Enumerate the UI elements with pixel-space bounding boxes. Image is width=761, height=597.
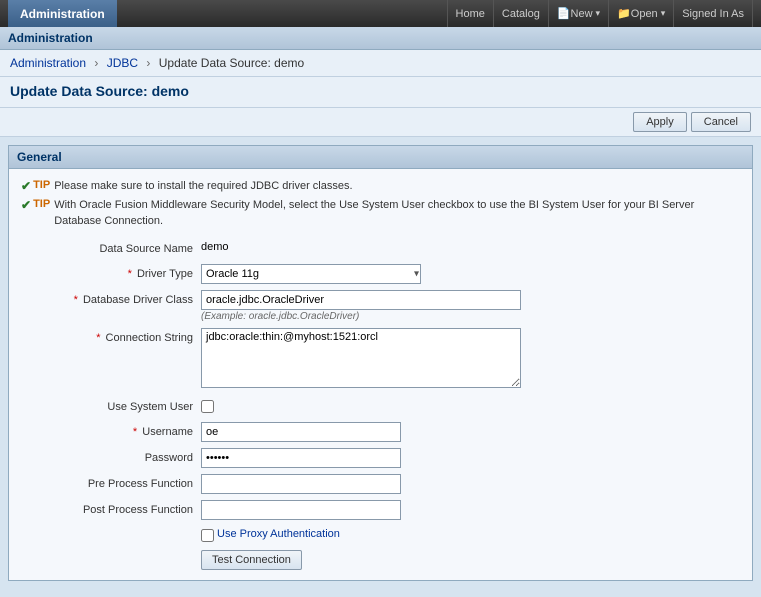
datasource-name-label: Data Source Name xyxy=(21,239,201,257)
form: Data Source Name demo * Driver Type O xyxy=(21,239,740,519)
breadcrumb: Administration › JDBC › Update Data Sour… xyxy=(0,50,761,77)
username-input[interactable] xyxy=(201,422,401,442)
tip-checkmark-1: ✔ xyxy=(21,179,31,193)
pre-process-row: Pre Process Function xyxy=(21,474,740,494)
section-header: General xyxy=(9,146,752,169)
password-control xyxy=(201,448,740,468)
use-system-user-control xyxy=(201,397,740,416)
toolbar: Apply Cancel xyxy=(0,108,761,137)
use-system-user-label: Use System User xyxy=(21,397,201,415)
nav-home[interactable]: Home xyxy=(447,0,494,27)
tip-text-1: Please make sure to install the required… xyxy=(54,179,352,194)
username-row: * Username xyxy=(21,422,740,442)
open-icon: 📁 xyxy=(617,7,631,20)
connection-string-control: jdbc:oracle:thin:@myhost:1521:orcl xyxy=(201,328,740,391)
use-system-user-checkbox[interactable] xyxy=(201,400,214,413)
pre-process-control xyxy=(201,474,740,494)
password-row: Password xyxy=(21,448,740,468)
db-driver-class-input[interactable] xyxy=(201,290,521,310)
db-driver-class-label: * Database Driver Class xyxy=(21,290,201,308)
test-connection-button[interactable]: Test Connection xyxy=(201,550,302,570)
datasource-name-row: Data Source Name demo xyxy=(21,239,740,257)
breadcrumb-current: Update Data Source: demo xyxy=(159,56,304,70)
username-label: * Username xyxy=(21,422,201,440)
tip-label-1: TIP xyxy=(33,179,50,191)
tip-1: ✔ TIP Please make sure to install the re… xyxy=(21,179,740,194)
tip-checkmark-2: ✔ xyxy=(21,198,31,212)
required-star-3: * xyxy=(96,332,100,344)
apply-button[interactable]: Apply xyxy=(633,112,687,132)
sub-nav-title: Administration xyxy=(8,31,93,45)
section-body: ✔ TIP Please make sure to install the re… xyxy=(9,169,752,580)
driver-type-row: * Driver Type Oracle 11g Oracle 10g SQL … xyxy=(21,264,740,284)
db-driver-class-row: * Database Driver Class (Example: oracle… xyxy=(21,290,740,322)
password-input[interactable] xyxy=(201,448,401,468)
general-section: General ✔ TIP Please make sure to instal… xyxy=(8,145,753,581)
required-star-4: * xyxy=(133,426,137,438)
post-process-label: Post Process Function xyxy=(21,500,201,518)
required-star: * xyxy=(128,268,132,280)
proxy-auth-label[interactable]: Use Proxy Authentication xyxy=(217,528,340,540)
use-system-user-row: Use System User xyxy=(21,397,740,416)
post-process-control xyxy=(201,500,740,520)
connection-string-label: * Connection String xyxy=(21,328,201,346)
post-process-row: Post Process Function xyxy=(21,500,740,520)
nav-open[interactable]: 📁 Open ▾ xyxy=(609,0,674,27)
main-content: General ✔ TIP Please make sure to instal… xyxy=(0,137,761,597)
page-title: Update Data Source: demo xyxy=(10,83,751,99)
connection-string-row: * Connection String jdbc:oracle:thin:@my… xyxy=(21,328,740,391)
breadcrumb-admin[interactable]: Administration xyxy=(10,56,86,70)
required-star-2: * xyxy=(74,294,78,306)
breadcrumb-sep2: › xyxy=(146,56,150,70)
breadcrumb-jdbc[interactable]: JDBC xyxy=(107,56,138,70)
tip-label-2: TIP xyxy=(33,198,50,210)
datasource-name-control: demo xyxy=(201,239,740,253)
app-title: Administration xyxy=(8,0,117,27)
password-label: Password xyxy=(21,448,201,466)
connection-string-input[interactable]: jdbc:oracle:thin:@myhost:1521:orcl xyxy=(201,328,521,388)
datasource-name-value: demo xyxy=(201,241,229,253)
tip-2: ✔ TIP With Oracle Fusion Middleware Secu… xyxy=(21,198,740,229)
db-driver-class-control: (Example: oracle.jdbc.OracleDriver) xyxy=(201,290,740,322)
new-dropdown-arrow: ▾ xyxy=(596,8,601,19)
post-process-input[interactable] xyxy=(201,500,401,520)
nav-new[interactable]: 📄 New ▾ xyxy=(549,0,609,27)
cancel-button[interactable]: Cancel xyxy=(691,112,751,132)
nav-signed-in-as[interactable]: Signed In As xyxy=(674,0,753,27)
driver-type-select[interactable]: Oracle 11g Oracle 10g SQL Server DB2 MyS… xyxy=(201,264,421,284)
pre-process-input[interactable] xyxy=(201,474,401,494)
driver-type-label: * Driver Type xyxy=(21,264,201,282)
pre-process-label: Pre Process Function xyxy=(21,474,201,492)
username-control xyxy=(201,422,740,442)
new-icon: 📄 xyxy=(557,7,571,20)
proxy-auth-checkbox[interactable] xyxy=(201,529,214,542)
driver-type-control: Oracle 11g Oracle 10g SQL Server DB2 MyS… xyxy=(201,264,740,284)
tip-text-2: With Oracle Fusion Middleware Security M… xyxy=(54,198,740,229)
nav-catalog[interactable]: Catalog xyxy=(494,0,549,27)
proxy-auth-row: Use Proxy Authentication xyxy=(201,526,740,542)
db-driver-class-hint: (Example: oracle.jdbc.OracleDriver) xyxy=(201,311,740,322)
open-dropdown-arrow: ▾ xyxy=(661,8,666,19)
breadcrumb-sep1: › xyxy=(94,56,98,70)
